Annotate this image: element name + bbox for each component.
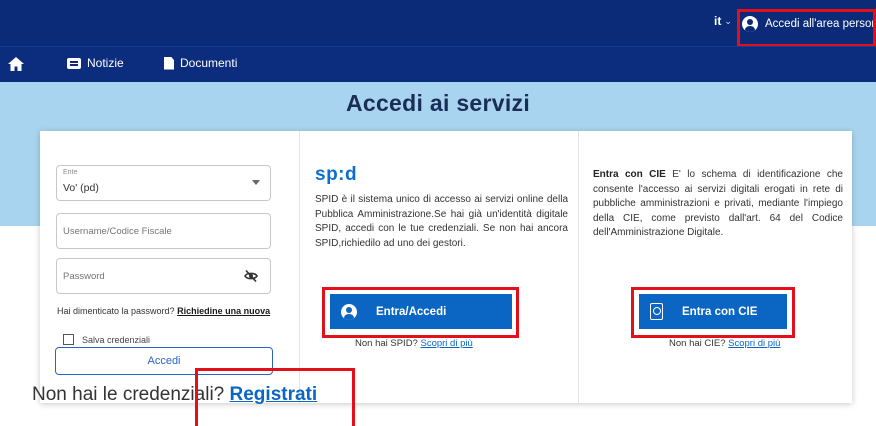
- spid-logo: sp:d: [315, 164, 358, 185]
- register-prompt: Non hai le credenziali? Registrati: [32, 384, 317, 406]
- spid-footer-text: Non hai SPID?: [355, 338, 418, 349]
- cie-login-button[interactable]: Entra con CIE: [639, 294, 787, 329]
- remember-label: Salva credenziali: [82, 334, 151, 345]
- chevron-down-icon: [252, 180, 260, 185]
- nav-item-label: Documenti: [180, 56, 238, 70]
- login-form: Ente Vo' (pd) Hai dimenticato la passwor…: [40, 131, 299, 403]
- login-card: Ente Vo' (pd) Hai dimenticato la passwor…: [40, 131, 852, 403]
- cie-title: Entra con CIE: [593, 169, 666, 180]
- cie-learn-more-link[interactable]: Scopri di più: [728, 338, 780, 349]
- login-submit-button[interactable]: Accedi: [55, 347, 273, 375]
- spid-login-button[interactable]: Entra/Accedi: [330, 294, 512, 329]
- cie-footer: Non hai CIE? Scopri di più: [669, 338, 780, 349]
- user-avatar-icon: [742, 16, 758, 32]
- username-input[interactable]: [63, 226, 243, 237]
- remember-credentials[interactable]: Salva credenziali: [63, 334, 150, 345]
- eye-slash-icon[interactable]: [244, 270, 258, 282]
- cie-footer-text: Non hai CIE?: [669, 338, 726, 349]
- nav-item-label: Notizie: [87, 56, 124, 70]
- personal-area-login-link[interactable]: Accedi all'area personale: [742, 12, 876, 36]
- spid-section: sp:d SPID è il sistema unico di accesso …: [299, 131, 578, 403]
- main-nav: Notizie Documenti: [0, 46, 876, 82]
- language-label: it: [714, 14, 722, 28]
- id-card-icon: [650, 303, 663, 320]
- remember-checkbox[interactable]: [63, 334, 74, 345]
- newspaper-icon: [67, 57, 81, 69]
- chevron-down-icon: ⌄: [724, 15, 732, 26]
- ente-value: Vo' (pd): [63, 182, 99, 194]
- cie-button-label: Entra con CIE: [682, 305, 758, 318]
- password-field[interactable]: [56, 258, 271, 294]
- username-field[interactable]: [56, 213, 271, 249]
- personal-area-label: Accedi all'area personale: [765, 18, 876, 30]
- home-icon[interactable]: [8, 57, 24, 71]
- top-bar: it ⌄ Accedi all'area personale: [0, 0, 876, 46]
- nav-item-notizie[interactable]: Notizie: [67, 56, 124, 70]
- forgot-password: Hai dimenticato la password? Richiedine …: [57, 306, 270, 316]
- page-title: Accedi ai servizi: [345, 90, 531, 116]
- spid-footer: Non hai SPID? Scopri di più: [355, 338, 473, 349]
- spid-description: SPID è il sistema unico di accesso ai se…: [315, 194, 568, 249]
- spid-learn-more-link[interactable]: Scopri di più: [420, 338, 472, 349]
- cie-description-block: Entra con CIE E' lo schema di identifica…: [593, 168, 843, 241]
- register-text: Non hai le credenziali?: [32, 384, 225, 405]
- ente-label: Ente: [63, 169, 78, 176]
- ente-select[interactable]: Ente Vo' (pd): [56, 165, 271, 201]
- forgot-password-text: Hai dimenticato la password?: [57, 306, 175, 316]
- spid-user-icon: [341, 303, 357, 320]
- spid-button-label: Entra/Accedi: [376, 305, 447, 318]
- forgot-password-link[interactable]: Richiedine una nuova: [177, 306, 270, 316]
- password-input[interactable]: [63, 271, 243, 282]
- nav-item-documenti[interactable]: Documenti: [164, 56, 237, 70]
- page: it ⌄ Accedi all'area personale Notizie D…: [0, 0, 876, 426]
- language-selector[interactable]: it ⌄: [714, 14, 732, 28]
- cie-section: Entra con CIE E' lo schema di identifica…: [578, 131, 852, 403]
- register-link[interactable]: Registrati: [230, 384, 318, 405]
- document-icon: [164, 56, 174, 70]
